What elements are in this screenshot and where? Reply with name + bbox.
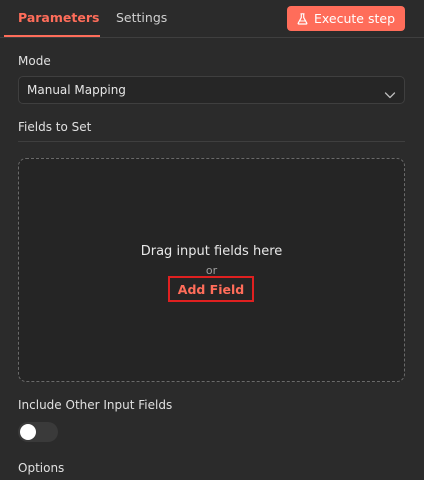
fields-dropzone[interactable]: Drag input fields here or Add Field <box>18 158 405 382</box>
section-divider <box>18 141 405 142</box>
include-other-fields-toggle[interactable] <box>18 422 58 442</box>
active-tab-indicator <box>4 35 100 37</box>
mode-label: Mode <box>18 54 51 68</box>
chevron-down-icon <box>384 85 396 104</box>
tab-parameters[interactable]: Parameters <box>18 10 99 25</box>
fields-to-set-label: Fields to Set <box>18 120 92 134</box>
mode-select-value: Manual Mapping <box>27 83 126 97</box>
flask-icon <box>297 12 308 25</box>
toggle-knob <box>20 424 36 440</box>
tab-bar: Parameters Settings Execute step <box>0 0 424 38</box>
add-field-button[interactable]: Add Field <box>168 276 254 302</box>
execute-step-label: Execute step <box>314 11 395 26</box>
execute-step-button[interactable]: Execute step <box>287 6 405 31</box>
mode-select[interactable]: Manual Mapping <box>18 76 405 104</box>
dropzone-hint: Drag input fields here <box>140 244 283 259</box>
options-label: Options <box>18 461 65 475</box>
tab-settings[interactable]: Settings <box>116 10 167 25</box>
include-other-fields-label: Include Other Input Fields <box>18 398 173 412</box>
